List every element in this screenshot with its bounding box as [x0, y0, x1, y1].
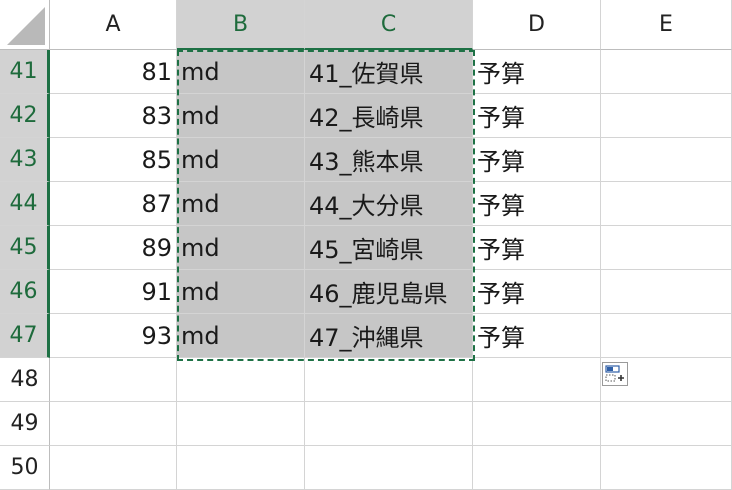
cell-c50[interactable] [305, 446, 473, 490]
cell-a50[interactable] [50, 446, 177, 490]
cell-c45[interactable]: 45_宮崎県 [305, 226, 473, 270]
cell-a41[interactable]: 81 [50, 50, 177, 94]
cell-a45[interactable]: 89 [50, 226, 177, 270]
select-all-button[interactable] [0, 0, 50, 50]
row-header[interactable]: 47 [0, 314, 50, 358]
cell-b44[interactable]: md [177, 182, 305, 226]
cell-b46[interactable]: md [177, 270, 305, 314]
row-header[interactable]: 42 [0, 94, 50, 138]
select-all-triangle-icon [7, 7, 45, 45]
row-header[interactable]: 43 [0, 138, 50, 182]
cell-d50[interactable] [473, 446, 601, 490]
cell-c42[interactable]: 42_長崎県 [305, 94, 473, 138]
cell-b47[interactable]: md [177, 314, 305, 358]
cell-a48[interactable] [50, 358, 177, 402]
cell-a47[interactable]: 93 [50, 314, 177, 358]
cell-c44[interactable]: 44_大分県 [305, 182, 473, 226]
cell-d43[interactable]: 予算 [473, 138, 601, 182]
cell-e43[interactable] [601, 138, 732, 182]
cell-b41[interactable]: md [177, 50, 305, 94]
cell-e50[interactable] [601, 446, 732, 490]
cell-d47[interactable]: 予算 [473, 314, 601, 358]
cell-a44[interactable]: 87 [50, 182, 177, 226]
cell-c48[interactable] [305, 358, 473, 402]
cell-d44[interactable]: 予算 [473, 182, 601, 226]
row-header[interactable]: 44 [0, 182, 50, 226]
row-header[interactable]: 49 [0, 402, 50, 446]
column-header-c[interactable]: C [305, 0, 473, 50]
cell-d48[interactable] [473, 358, 601, 402]
cell-a46[interactable]: 91 [50, 270, 177, 314]
column-header-d[interactable]: D [473, 0, 601, 50]
paste-options-button[interactable] [602, 362, 628, 386]
cell-b49[interactable] [177, 402, 305, 446]
cell-e41[interactable] [601, 50, 732, 94]
spreadsheet-grid: A B C D E 41 81 md 41_佐賀県 予算 42 83 md 42_長崎県 予算 43 85 md 4… [0, 0, 732, 490]
cell-a42[interactable]: 83 [50, 94, 177, 138]
cell-c47[interactable]: 47_沖縄県 [305, 314, 473, 358]
column-header-b[interactable]: B [177, 0, 305, 50]
cell-b42[interactable]: md [177, 94, 305, 138]
cell-b43[interactable]: md [177, 138, 305, 182]
column-header-a[interactable]: A [50, 0, 177, 50]
cell-d41[interactable]: 予算 [473, 50, 601, 94]
cell-b50[interactable] [177, 446, 305, 490]
cell-e45[interactable] [601, 226, 732, 270]
cell-d45[interactable]: 予算 [473, 226, 601, 270]
row-header[interactable]: 41 [0, 50, 50, 94]
row-header[interactable]: 48 [0, 358, 50, 402]
cell-c46[interactable]: 46_鹿児島県 [305, 270, 473, 314]
cell-b48[interactable] [177, 358, 305, 402]
cell-d49[interactable] [473, 402, 601, 446]
cell-c41[interactable]: 41_佐賀県 [305, 50, 473, 94]
cell-d46[interactable]: 予算 [473, 270, 601, 314]
paste-options-icon [605, 365, 624, 382]
cell-e44[interactable] [601, 182, 732, 226]
cell-e49[interactable] [601, 402, 732, 446]
cell-c43[interactable]: 43_熊本県 [305, 138, 473, 182]
cell-e46[interactable] [601, 270, 732, 314]
cell-a43[interactable]: 85 [50, 138, 177, 182]
cell-b45[interactable]: md [177, 226, 305, 270]
cell-c49[interactable] [305, 402, 473, 446]
row-header[interactable]: 50 [0, 446, 50, 490]
cell-e47[interactable] [601, 314, 732, 358]
cell-a49[interactable] [50, 402, 177, 446]
row-header[interactable]: 45 [0, 226, 50, 270]
cell-e42[interactable] [601, 94, 732, 138]
cell-d42[interactable]: 予算 [473, 94, 601, 138]
row-header[interactable]: 46 [0, 270, 50, 314]
column-header-e[interactable]: E [601, 0, 732, 50]
